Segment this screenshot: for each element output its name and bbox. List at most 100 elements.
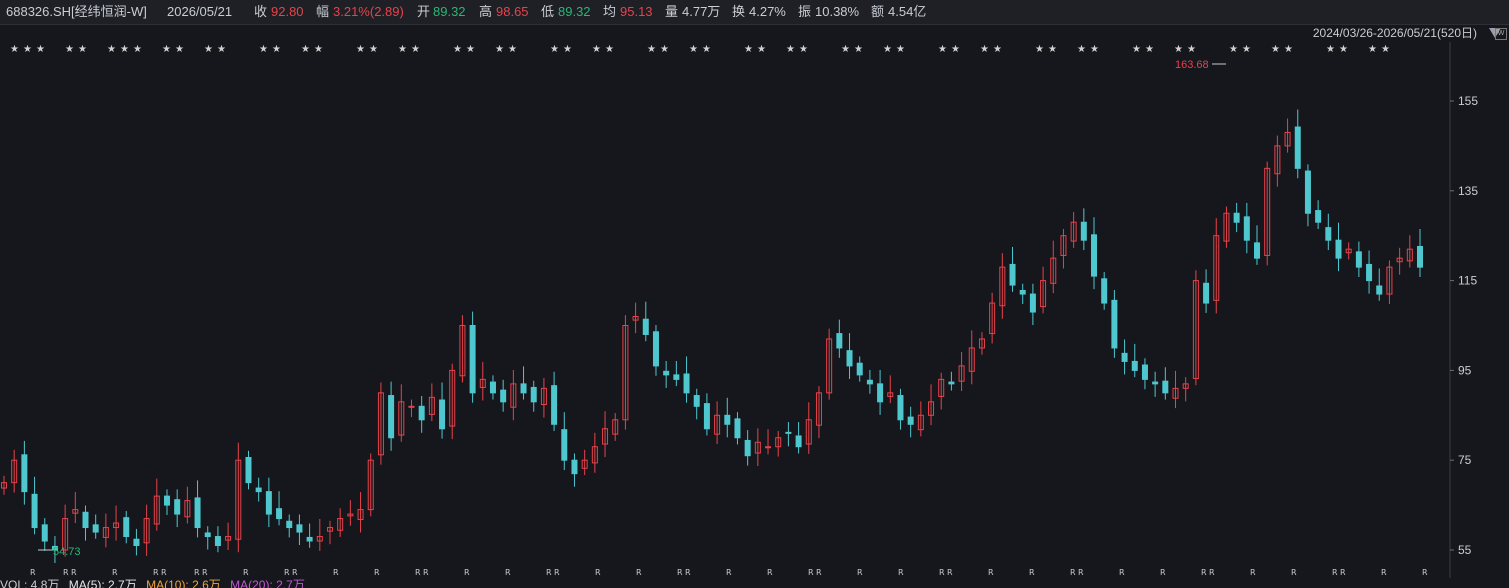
candle-body [489, 381, 496, 394]
candle [917, 401, 924, 437]
r-marker: R [1070, 568, 1076, 577]
candle-body [693, 395, 700, 407]
close-label: 收 [254, 4, 268, 19]
candle [1233, 202, 1240, 233]
date-range-label[interactable]: 2024/03/26-2026/05/21(520日) [1313, 25, 1477, 42]
r-marker: R [554, 568, 560, 577]
candle [928, 384, 935, 426]
star-marker: ★ [605, 44, 614, 55]
candle-body [174, 499, 181, 515]
candle-body [1335, 239, 1342, 259]
candle [805, 402, 812, 454]
r-marker: R [284, 568, 290, 577]
r-marker: R [1160, 568, 1166, 577]
candle [887, 375, 894, 404]
r-marker: R [1119, 568, 1125, 577]
candle [1029, 283, 1036, 326]
candle [377, 382, 384, 465]
candle [1345, 242, 1352, 260]
quote-date: 2026/05/21 [167, 4, 233, 19]
candle [11, 449, 18, 493]
candle [449, 363, 456, 440]
window-icon[interactable]: W [1495, 28, 1507, 40]
candle [1040, 266, 1047, 314]
stock-code[interactable]: 688326.SH[经纬恒润-W] [6, 0, 147, 24]
candle [652, 325, 659, 376]
candle [958, 351, 965, 392]
star-marker: ★ [453, 44, 462, 55]
candle [663, 360, 670, 388]
candle [1376, 268, 1383, 301]
r-markers: R R R R R R R R R R RR R R R R R R R R R RR R R R R R R R R R RR R R R R R R… [30, 568, 1428, 577]
candle [938, 372, 945, 410]
candle-body [561, 429, 568, 461]
candle-body [31, 493, 38, 529]
candle [357, 492, 364, 533]
star-marker: ★ [120, 44, 129, 55]
candle-body [214, 536, 221, 547]
candle [785, 422, 792, 447]
candle [1417, 228, 1423, 278]
star-marker: ★ [301, 44, 310, 55]
star-marker: ★ [369, 44, 378, 55]
candle [204, 526, 211, 550]
candle [1060, 228, 1067, 269]
candle-body [795, 435, 802, 448]
candle [469, 311, 476, 403]
candle [367, 453, 374, 517]
r-marker: R [423, 568, 429, 577]
candle [530, 380, 537, 412]
candle [602, 411, 609, 458]
candle-body [724, 414, 731, 425]
star-marker: ★ [1035, 44, 1044, 55]
amount-label: 额 [871, 4, 885, 19]
quote-header: 688326.SH[经纬恒润-W] 2026/05/21 收 92.80 幅 3… [0, 0, 1509, 25]
y-tick-label: 155 [1458, 94, 1478, 108]
star-marker: ★ [314, 44, 323, 55]
candle [113, 505, 120, 541]
candle-body [1294, 126, 1301, 169]
kline-chart[interactable]: ★ ★ ★ ★ ★ ★ ★ ★ ★ ★ ★ ★ ★ ★ ★ ★ ★ ★ ★ ★ ★ ★ ★ ★ ★ ★ ★ ★ ★ ★ ★ ★ ★ ★ ★ ★ ★ ★ ★ ★… [0, 42, 1509, 578]
r-marker: R [202, 568, 208, 577]
r-marker: R [857, 568, 863, 577]
candle [856, 356, 863, 382]
candle [581, 449, 588, 476]
r-marker: R [1209, 568, 1215, 577]
candle [683, 356, 690, 403]
vol-label: VOL: 4.8万 [0, 578, 60, 588]
candle-body [194, 497, 201, 529]
candle [194, 480, 201, 538]
r-marker: R [1078, 568, 1084, 577]
candle [214, 526, 221, 553]
candle [571, 453, 578, 487]
candle [1335, 222, 1342, 272]
candle [1264, 161, 1271, 266]
candle [225, 522, 232, 550]
candle [1294, 109, 1301, 179]
candle [398, 384, 405, 442]
star-marker: ★ [1271, 44, 1280, 55]
candle [744, 430, 751, 466]
candle [163, 489, 170, 515]
candle-body [744, 439, 751, 457]
star-marker: ★ [689, 44, 698, 55]
r-marker: R [767, 568, 773, 577]
candle-body [1376, 285, 1383, 295]
r-marker: R [243, 568, 249, 577]
candle-body [1080, 221, 1087, 241]
candle [836, 319, 843, 358]
star-marker: ★ [1132, 44, 1141, 55]
candle [31, 476, 38, 535]
candle [388, 381, 395, 451]
star-marker: ★ [466, 44, 475, 55]
turnover-value: 4.27% [749, 4, 786, 19]
r-marker: R [677, 568, 683, 577]
candle-body [41, 524, 48, 542]
r-marker: R [1250, 568, 1256, 577]
candle-body [1304, 170, 1311, 214]
candle [276, 491, 283, 526]
r-marker: R [1201, 568, 1207, 577]
star-marker: ★ [133, 44, 142, 55]
candle [1213, 218, 1220, 314]
event-markers: ★ ★ ★ ★ ★ ★ ★ ★ ★ ★ ★ ★ ★ ★ ★ ★ ★ ★ ★ ★ ★ ★ ★ ★ ★ ★ ★ ★ ★ ★ ★ ★ ★ ★ ★ ★ ★ ★ ★ ★… [10, 44, 1390, 55]
